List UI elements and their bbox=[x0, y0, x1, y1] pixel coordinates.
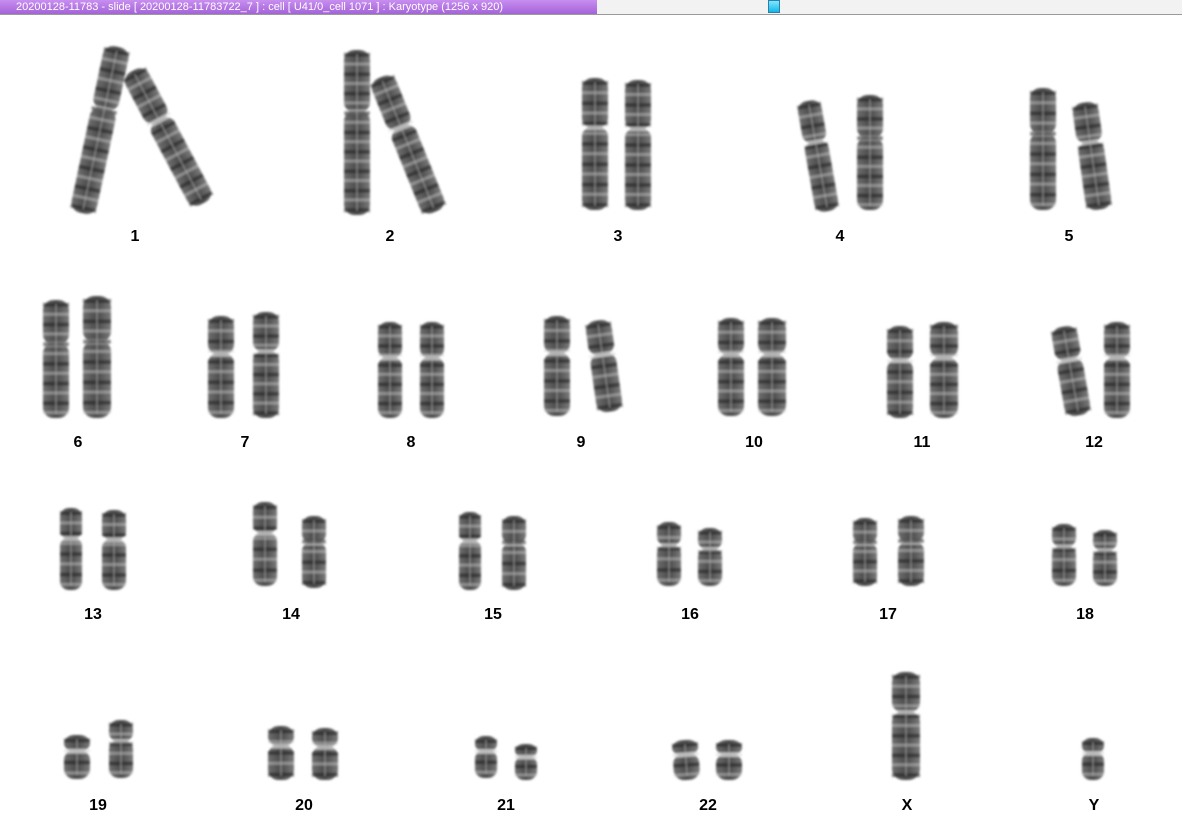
chromosome-pair-10-image bbox=[717, 318, 787, 416]
chromosome-2-copy-1[interactable] bbox=[343, 50, 371, 215]
chromosome-3-copy-1[interactable] bbox=[581, 78, 609, 210]
chromosome-label-13: 13 bbox=[84, 606, 102, 623]
chromosome-label-7: 7 bbox=[240, 434, 250, 451]
chromosome-label-X: X bbox=[901, 797, 913, 814]
chromosome-pair-12-image bbox=[1049, 322, 1131, 418]
chromosome-14-copy-2[interactable] bbox=[301, 516, 327, 588]
chromosome-label-Y: Y bbox=[1088, 797, 1100, 814]
chromosome-21-copy-2[interactable] bbox=[514, 744, 538, 780]
chromosome-9-copy-1[interactable] bbox=[543, 316, 571, 416]
chromosome-pair-11-image bbox=[886, 322, 959, 418]
chromosome-5-copy-2[interactable] bbox=[1071, 101, 1114, 212]
chromosome-13-copy-1[interactable] bbox=[59, 508, 83, 590]
chromosome-14-copy-1[interactable] bbox=[252, 502, 278, 586]
chromosome-10-copy-2[interactable] bbox=[757, 318, 787, 416]
chromosome-4-copy-2[interactable] bbox=[856, 95, 884, 210]
chromosome-19-copy-2[interactable] bbox=[108, 720, 134, 778]
chromosome-pair-15-image bbox=[458, 512, 527, 590]
chromosome-label-3: 3 bbox=[613, 228, 623, 245]
chromosome-pair-19-image bbox=[63, 720, 134, 779]
chromosome-label-14: 14 bbox=[282, 606, 300, 623]
chromosome-label-12: 12 bbox=[1085, 434, 1103, 451]
chromosome-pair-16-image bbox=[656, 522, 723, 586]
chromosome-pair-21-image bbox=[474, 736, 538, 780]
chromosome-Y-copy-1[interactable] bbox=[1081, 738, 1105, 780]
chromosome-7-copy-2[interactable] bbox=[252, 312, 280, 418]
chromosome-4-copy-1[interactable] bbox=[795, 99, 840, 214]
chromosome-label-22: 22 bbox=[699, 797, 717, 814]
chromosome-pair-6-image bbox=[42, 296, 112, 418]
chromosome-label-5: 5 bbox=[1064, 228, 1074, 245]
chromosome-19-copy-1[interactable] bbox=[63, 735, 91, 779]
chromosome-6-copy-2[interactable] bbox=[82, 296, 112, 418]
chromosome-13-copy-2[interactable] bbox=[101, 510, 127, 590]
chromosome-17-copy-2[interactable] bbox=[897, 516, 925, 586]
chromosome-label-4: 4 bbox=[835, 228, 845, 245]
chromosome-pair-22-image bbox=[671, 739, 743, 781]
chromosome-pair-18-image bbox=[1051, 524, 1118, 586]
chromosome-X-copy-1[interactable] bbox=[891, 672, 921, 780]
chromosome-17-copy-1[interactable] bbox=[852, 518, 878, 586]
chromosome-label-11: 11 bbox=[913, 434, 931, 451]
chromosome-20-copy-2[interactable] bbox=[311, 728, 339, 780]
chromosome-12-copy-2[interactable] bbox=[1103, 322, 1131, 418]
chromosome-label-21: 21 bbox=[497, 797, 515, 814]
chromosome-pair-2-image bbox=[343, 50, 448, 217]
chromosome-pair-13-image bbox=[59, 508, 127, 590]
title-bar: 20200128-11783 - slide [ 20200128-117837… bbox=[0, 0, 1182, 15]
chromosome-pair-20-image bbox=[267, 726, 339, 780]
chromosome-label-17: 17 bbox=[879, 606, 897, 623]
chromosome-pair-14-image bbox=[252, 502, 327, 588]
chromosome-label-1: 1 bbox=[130, 228, 140, 245]
chromosome-label-8: 8 bbox=[406, 434, 416, 451]
chromosome-6-copy-1[interactable] bbox=[42, 300, 70, 418]
chromosome-label-19: 19 bbox=[89, 797, 107, 814]
chromosome-pair-17-image bbox=[852, 516, 925, 586]
chromosome-7-copy-1[interactable] bbox=[207, 316, 235, 418]
chromosome-22-copy-1[interactable] bbox=[671, 739, 702, 781]
chromosome-pair-5-image bbox=[1029, 88, 1114, 212]
chromosome-pair-Y-image bbox=[1081, 738, 1105, 780]
chromosome-pair-9-image bbox=[543, 316, 625, 416]
chromosome-label-15: 15 bbox=[484, 606, 502, 623]
chromosome-11-copy-1[interactable] bbox=[886, 326, 914, 418]
chromosome-10-copy-1[interactable] bbox=[717, 318, 745, 416]
window-title[interactable]: 20200128-11783 - slide [ 20200128-117837… bbox=[0, 0, 597, 14]
chromosome-5-copy-1[interactable] bbox=[1029, 88, 1057, 210]
chromosome-22-copy-2[interactable] bbox=[715, 740, 743, 780]
scroll-thumb[interactable] bbox=[768, 0, 780, 13]
chromosome-3-copy-2[interactable] bbox=[624, 80, 652, 210]
chromosome-label-9: 9 bbox=[576, 434, 586, 451]
chromosome-18-copy-1[interactable] bbox=[1051, 524, 1077, 586]
chromosome-8-copy-1[interactable] bbox=[377, 322, 403, 418]
chromosome-20-copy-1[interactable] bbox=[267, 726, 295, 780]
chromosome-11-copy-2[interactable] bbox=[929, 322, 959, 418]
chromosome-15-copy-1[interactable] bbox=[458, 512, 482, 590]
chromosome-9-copy-2[interactable] bbox=[584, 318, 625, 413]
chromosome-2-copy-2[interactable] bbox=[368, 72, 448, 217]
chromosome-pair-4-image bbox=[795, 95, 884, 214]
chromosome-pair-7-image bbox=[207, 312, 280, 418]
chromosome-12-copy-1[interactable] bbox=[1049, 324, 1092, 417]
chromosome-pair-X-image bbox=[891, 672, 921, 780]
chromosome-label-2: 2 bbox=[385, 228, 395, 245]
chromosome-pair-3-image bbox=[581, 78, 652, 210]
chromosome-pair-8-image bbox=[377, 322, 445, 418]
chromosome-16-copy-1[interactable] bbox=[656, 522, 682, 586]
chromosome-15-copy-2[interactable] bbox=[501, 516, 527, 590]
chromosome-18-copy-2[interactable] bbox=[1092, 530, 1118, 586]
chromosome-pair-1-image bbox=[69, 44, 215, 216]
chromosome-label-16: 16 bbox=[681, 606, 699, 623]
chromosome-21-copy-1[interactable] bbox=[474, 736, 498, 778]
chromosome-label-10: 10 bbox=[745, 434, 763, 451]
chromosome-8-copy-2[interactable] bbox=[419, 322, 445, 418]
chromosome-16-copy-2[interactable] bbox=[697, 528, 723, 586]
chromosome-label-20: 20 bbox=[295, 797, 313, 814]
chromosome-label-6: 6 bbox=[73, 434, 83, 451]
chromosome-label-18: 18 bbox=[1076, 606, 1094, 623]
chromosome-1-copy-1[interactable] bbox=[69, 44, 132, 216]
chromosome-1-copy-2[interactable] bbox=[120, 64, 215, 210]
